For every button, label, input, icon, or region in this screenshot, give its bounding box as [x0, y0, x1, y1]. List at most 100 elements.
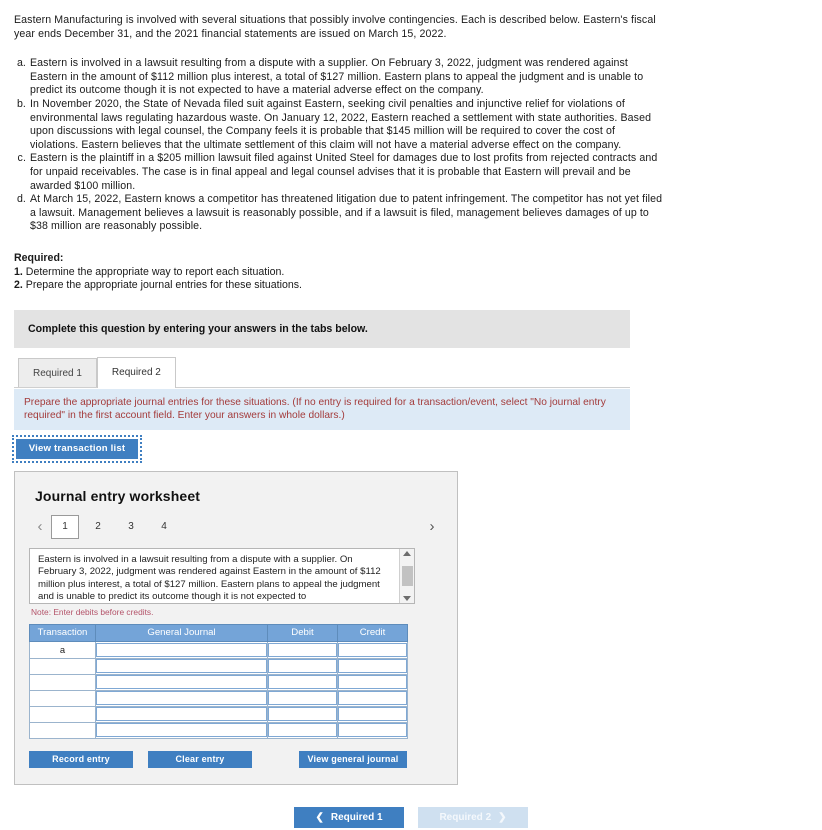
- cell-credit[interactable]: [337, 673, 408, 691]
- table-header-row: Transaction General Journal Debit Credit: [29, 623, 408, 642]
- debit-input[interactable]: [268, 659, 337, 674]
- required-item: 2. Prepare the appropriate journal entri…: [14, 279, 808, 293]
- worksheet-action-buttons: Record entry Clear entry View general jo…: [29, 750, 407, 768]
- list-item: c. Eastern is the plaintiff in a $205 mi…: [14, 152, 666, 193]
- cell-general-journal[interactable]: [95, 657, 268, 675]
- required-block: Required: 1. Determine the appropriate w…: [0, 252, 822, 293]
- answer-tabs: Required 1 Required 2: [18, 356, 822, 388]
- situation-text: Eastern is the plaintiff in a $205 milli…: [30, 152, 658, 192]
- situation-letter: a.: [16, 57, 26, 70]
- credit-input[interactable]: [338, 691, 407, 706]
- nav-next-required-2-button: Required 2 ❯: [418, 806, 528, 828]
- credit-input[interactable]: [338, 723, 407, 738]
- list-item: b. In November 2020, the State of Nevada…: [14, 98, 666, 152]
- record-entry-button[interactable]: Record entry: [29, 750, 133, 768]
- debit-input[interactable]: [268, 642, 337, 657]
- page-button-2[interactable]: 2: [84, 515, 112, 539]
- required-item: 1. Determine the appropriate way to repo…: [14, 266, 808, 280]
- general-journal-input[interactable]: [96, 723, 267, 738]
- cell-transaction: a: [29, 640, 96, 659]
- chevron-left-icon: ❮: [315, 811, 324, 823]
- table-row: [29, 673, 408, 691]
- debit-input[interactable]: [268, 691, 337, 706]
- table-row: [29, 721, 408, 739]
- column-header-credit: Credit: [337, 623, 408, 642]
- cell-general-journal[interactable]: [95, 689, 268, 707]
- column-header-transaction: Transaction: [29, 623, 96, 642]
- debit-input[interactable]: [268, 723, 337, 738]
- cell-general-journal[interactable]: [95, 640, 268, 659]
- situation-letter: d.: [16, 193, 26, 206]
- cell-transaction: [29, 657, 96, 675]
- credit-input[interactable]: [338, 707, 407, 722]
- complete-question-banner: Complete this question by entering your …: [14, 309, 630, 348]
- required-heading: Required:: [14, 251, 64, 264]
- clear-entry-button[interactable]: Clear entry: [148, 750, 252, 768]
- view-transaction-list-wrap: View transaction list: [12, 434, 822, 463]
- chevron-right-icon[interactable]: ›: [421, 519, 443, 534]
- chevron-right-icon: ❯: [498, 811, 507, 823]
- situation-text: Eastern is involved in a lawsuit resulti…: [30, 57, 644, 97]
- cell-credit[interactable]: [337, 657, 408, 675]
- cell-debit[interactable]: [267, 705, 338, 723]
- cell-debit[interactable]: [267, 673, 338, 691]
- column-header-debit: Debit: [267, 623, 338, 642]
- tab-required-2[interactable]: Required 2: [96, 356, 176, 388]
- debits-before-credits-note: Note: Enter debits before credits.: [31, 606, 154, 617]
- cell-debit[interactable]: [267, 657, 338, 675]
- situation-letter: c.: [17, 152, 26, 165]
- credit-input[interactable]: [338, 675, 407, 690]
- tab-required-1[interactable]: Required 1: [18, 357, 97, 388]
- general-journal-input[interactable]: [96, 675, 267, 690]
- description-scrollbar[interactable]: [399, 548, 414, 603]
- general-journal-input[interactable]: [96, 659, 267, 674]
- required-item-number: 2.: [14, 279, 23, 292]
- cell-credit[interactable]: [337, 640, 408, 659]
- situations-list: a. Eastern is involved in a lawsuit resu…: [0, 57, 822, 234]
- button-spacer: [133, 751, 148, 768]
- chevron-left-icon[interactable]: ‹: [29, 519, 51, 534]
- debit-input[interactable]: [268, 675, 337, 690]
- required-item-number: 1.: [14, 265, 23, 278]
- debit-input[interactable]: [268, 707, 337, 722]
- scroll-down-icon[interactable]: [403, 595, 411, 601]
- table-row: [29, 657, 408, 675]
- credit-input[interactable]: [338, 642, 407, 657]
- page-button-4[interactable]: 4: [150, 515, 178, 539]
- cell-general-journal[interactable]: [95, 721, 268, 739]
- general-journal-input[interactable]: [96, 691, 267, 706]
- cell-credit[interactable]: [337, 705, 408, 723]
- problem-intro: Eastern Manufacturing is involved with s…: [14, 14, 656, 40]
- scrollbar-thumb[interactable]: [401, 565, 413, 586]
- cell-general-journal[interactable]: [95, 705, 268, 723]
- view-transaction-list-button[interactable]: View transaction list: [12, 434, 142, 463]
- page-button-3[interactable]: 3: [117, 515, 145, 539]
- credit-input[interactable]: [338, 659, 407, 674]
- situation-letter: b.: [16, 97, 26, 110]
- required-item-text: Determine the appropriate way to report …: [25, 265, 285, 278]
- cell-credit[interactable]: [337, 721, 408, 739]
- page-button-1[interactable]: 1: [51, 514, 79, 539]
- cell-general-journal[interactable]: [95, 673, 268, 691]
- cell-debit[interactable]: [267, 721, 338, 739]
- cell-debit[interactable]: [267, 640, 338, 659]
- journal-entry-table: Transaction General Journal Debit Credit…: [29, 623, 408, 739]
- general-journal-input[interactable]: [96, 642, 267, 657]
- cell-transaction: [29, 705, 96, 723]
- table-row: [29, 705, 408, 723]
- bottom-navigation: ❮ Required 1 Required 2 ❯: [0, 806, 822, 828]
- scroll-up-icon[interactable]: [403, 550, 411, 556]
- nav-prev-required-1-button[interactable]: ❮ Required 1: [294, 806, 404, 828]
- required-item-text: Prepare the appropriate journal entries …: [25, 279, 302, 292]
- cell-credit[interactable]: [337, 689, 408, 707]
- situation-description-text: Eastern is involved in a lawsuit resulti…: [38, 553, 381, 602]
- nav-prev-label: Required 1: [330, 811, 383, 823]
- list-item: d. At March 15, 2022, Eastern knows a co…: [14, 193, 666, 234]
- situation-description-box: Eastern is involved in a lawsuit resulti…: [29, 547, 415, 604]
- table-row: [29, 689, 408, 707]
- table-row: a: [29, 640, 408, 659]
- cell-debit[interactable]: [267, 689, 338, 707]
- general-journal-input[interactable]: [96, 707, 267, 722]
- journal-entry-worksheet-panel: Journal entry worksheet ‹ 1 2 3 4 › East…: [14, 470, 458, 785]
- view-general-journal-button[interactable]: View general journal: [299, 750, 407, 768]
